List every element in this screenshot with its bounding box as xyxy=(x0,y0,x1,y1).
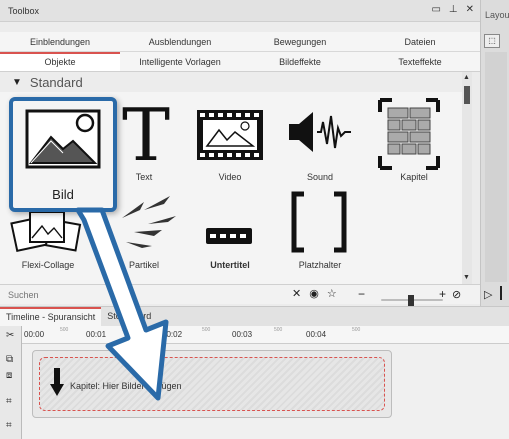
tabs-row-effects: Einblendungen Ausblendungen Bewegungen D… xyxy=(0,32,480,52)
zoom-knob[interactable] xyxy=(408,295,415,306)
timeline-tracks: Kapitel: Hier Bilder einfügen xyxy=(22,344,509,439)
time-label: 00:02 xyxy=(162,330,183,339)
subtitle-icon xyxy=(206,228,252,244)
cut-icon[interactable]: ✂ xyxy=(6,330,14,341)
section-title: Standard xyxy=(29,74,83,90)
float-icon[interactable]: ▭ xyxy=(431,4,440,15)
search-bar: ✕ ◉ ☆ − + ⊘ xyxy=(0,284,480,306)
time-minor-label: 500 xyxy=(274,327,283,333)
toolbox-title: Toolbox xyxy=(8,5,40,16)
time-minor-label: 500 xyxy=(60,327,69,333)
zoom-slider[interactable] xyxy=(381,295,444,306)
time-label: 00:01 xyxy=(86,330,107,339)
timeline-tabs: Timeline - Spuransicht Storyboard xyxy=(0,306,509,326)
item-untertitel[interactable]: Untertitel xyxy=(182,188,278,284)
item-label: Platzhalter xyxy=(298,260,342,270)
down-arrow-icon xyxy=(50,368,64,396)
tab-dateien[interactable]: Dateien xyxy=(360,32,480,51)
placeholder-bracket-icon xyxy=(291,191,347,253)
item-label: Partikel xyxy=(128,260,159,270)
item-label: Sound xyxy=(306,172,334,182)
tab-einblendungen[interactable]: Einblendungen xyxy=(0,32,120,51)
layout-panel-title: Layou xyxy=(485,10,509,20)
time-minor-label: 500 xyxy=(202,327,211,333)
item-sound[interactable]: Sound xyxy=(272,92,368,188)
playhead-marker-icon xyxy=(500,286,502,300)
tab-bewegungen[interactable]: Bewegungen xyxy=(240,32,360,51)
zoom-control: − + ⊘ xyxy=(358,287,461,306)
close-icon[interactable]: ✕ xyxy=(466,4,474,15)
time-label: 00:04 xyxy=(306,330,327,339)
search-input[interactable] xyxy=(0,285,290,304)
toolbox-titlebar: Toolbox ▭ ⊥ ✕ xyxy=(0,0,480,22)
text-T-icon: T xyxy=(122,98,170,168)
drop-zone-text: Kapitel: Hier Bilder einfügen xyxy=(70,381,182,391)
layout-preview-area xyxy=(485,52,507,282)
cursor-tool-icon[interactable]: ⬚ xyxy=(484,34,500,48)
timeline-tool-column: ✂ ⧉ ⧈ ⌗ ⌗ xyxy=(0,326,22,439)
add-track-icon[interactable]: ⧉ xyxy=(6,354,13,365)
scroll-thumb[interactable] xyxy=(464,86,470,104)
item-bild-selected[interactable]: Bild xyxy=(9,97,117,212)
pin-icon[interactable]: ⊥ xyxy=(449,4,458,15)
chapter-icon xyxy=(378,98,440,170)
scroll-up-icon[interactable]: ▲ xyxy=(463,74,470,81)
item-label: Kapitel xyxy=(400,172,428,182)
expand-icon[interactable]: ⌗ xyxy=(6,396,12,407)
remove-track-icon[interactable]: ⧈ xyxy=(6,370,12,381)
item-label: Untertitel xyxy=(210,260,250,270)
tabs-row-objects: Objekte Intelligente Vorlagen Bildeffekt… xyxy=(0,52,480,72)
app-window: Toolbox ▭ ⊥ ✕ Einblendungen Ausblendunge… xyxy=(0,0,509,439)
item-video[interactable]: Video xyxy=(182,92,278,188)
play-icon[interactable]: ▷ xyxy=(484,288,492,301)
video-film-icon xyxy=(197,110,263,160)
item-kapitel[interactable]: Kapitel xyxy=(366,92,462,188)
layout-panel: Layou ⬚ xyxy=(480,0,509,306)
vertical-scrollbar[interactable]: ▲ ▼ xyxy=(462,72,472,284)
tab-ausblendungen[interactable]: Ausblendungen xyxy=(120,32,240,51)
tab-intelligente-vorlagen[interactable]: Intelligente Vorlagen xyxy=(120,52,240,71)
picture-icon xyxy=(25,109,101,169)
time-label: 00:03 xyxy=(232,330,253,339)
item-label: Video xyxy=(218,172,242,182)
clear-icon[interactable]: ✕ xyxy=(292,287,301,300)
eye-icon[interactable]: ◉ xyxy=(309,287,319,300)
tab-texteffekte[interactable]: Texteffekte xyxy=(360,52,480,71)
tab-objekte[interactable]: Objekte xyxy=(0,52,120,71)
time-minor-label: 500 xyxy=(352,327,361,333)
item-platzhalter[interactable]: Platzhalter xyxy=(272,188,368,284)
star-icon[interactable]: ☆ xyxy=(327,287,337,300)
scroll-down-icon[interactable]: ▼ xyxy=(463,274,470,281)
svg-text:T: T xyxy=(122,98,170,168)
collapse-icon[interactable]: ⌗ xyxy=(6,420,12,431)
time-minor-label: 500 xyxy=(122,327,131,333)
timeline-track[interactable]: Kapitel: Hier Bilder einfügen xyxy=(32,350,392,418)
zoom-fit-icon[interactable]: ⊘ xyxy=(452,288,461,301)
tab-storyboard[interactable]: Storyboard xyxy=(101,307,157,326)
section-header-standard[interactable]: ▼ Standard xyxy=(0,72,462,92)
timeline-ruler[interactable]: 00:00 500 00:01 500 00:02 500 00:03 500 … xyxy=(22,326,509,344)
zoom-out-icon[interactable]: − xyxy=(358,287,365,301)
tab-bildeffekte[interactable]: Bildeffekte xyxy=(240,52,360,71)
speaker-icon xyxy=(289,112,351,152)
item-label: Bild xyxy=(52,187,74,202)
item-label: Flexi-Collage xyxy=(21,260,75,270)
tab-timeline-spuransicht[interactable]: Timeline - Spuransicht xyxy=(0,307,102,326)
chapter-drop-zone[interactable]: Kapitel: Hier Bilder einfügen xyxy=(39,357,385,411)
collapse-triangle-icon[interactable]: ▼ xyxy=(12,77,22,88)
time-label: 00:00 xyxy=(24,330,45,339)
